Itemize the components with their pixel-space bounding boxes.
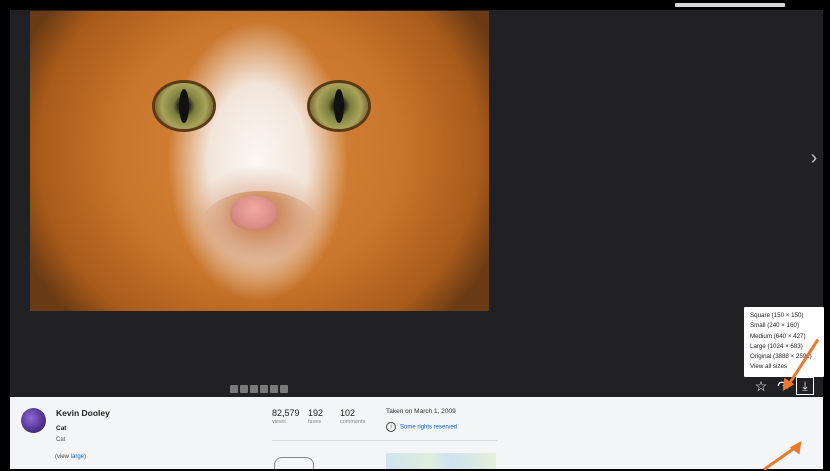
tag-icon bbox=[260, 385, 268, 393]
faves-count: 192 bbox=[308, 408, 324, 418]
photo-left-eye bbox=[155, 83, 213, 129]
author-avatar[interactable] bbox=[21, 408, 46, 433]
view-large-prefix: (view bbox=[55, 454, 71, 460]
info-divider bbox=[272, 440, 497, 441]
license-icon: i bbox=[386, 422, 396, 432]
camera-icon bbox=[274, 457, 314, 469]
tag-icon bbox=[280, 385, 288, 393]
photo-nose bbox=[230, 196, 278, 230]
views-stat: 82,579 views bbox=[272, 408, 300, 425]
license-text[interactable]: Some rights reserved bbox=[400, 425, 457, 431]
next-photo-arrow-icon[interactable]: › bbox=[807, 148, 821, 168]
window-top-bar bbox=[0, 0, 830, 10]
download-icon[interactable]: ⤓ bbox=[796, 377, 814, 395]
favorite-star-icon[interactable]: ☆ bbox=[752, 377, 770, 395]
tag-icon bbox=[270, 385, 278, 393]
scroll-indicator[interactable] bbox=[675, 3, 785, 7]
comments-count: 102 bbox=[340, 408, 356, 418]
size-option-square[interactable]: Square (150 × 150) bbox=[750, 311, 818, 321]
tag-icon bbox=[240, 385, 248, 393]
download-size-menu: Square (150 × 150) Small (240 × 160) Med… bbox=[744, 307, 824, 377]
photo-description: Cat bbox=[56, 437, 66, 443]
faves-label: faves bbox=[308, 419, 322, 425]
license-link[interactable]: i Some rights reserved bbox=[386, 422, 457, 432]
view-large-text: (view large) bbox=[55, 454, 86, 460]
cat-photo[interactable] bbox=[30, 11, 489, 311]
comments-stat: 102 comments bbox=[340, 408, 365, 425]
tag-icon bbox=[250, 385, 258, 393]
photo-tag-icons bbox=[230, 380, 300, 393]
views-label: views bbox=[272, 419, 286, 425]
author-name[interactable]: Kevin Dooley bbox=[56, 408, 110, 418]
location-map-thumbnail[interactable] bbox=[386, 453, 496, 469]
photo-right-eye bbox=[310, 83, 368, 129]
taken-date: Taken on March 1, 2009 bbox=[386, 408, 456, 415]
size-option-medium[interactable]: Medium (640 × 427) bbox=[750, 332, 818, 342]
comments-label: comments bbox=[340, 419, 366, 425]
views-count: 82,579 bbox=[272, 408, 300, 418]
photo-viewer: › Square (150 × 150) Small (240 × 160) M… bbox=[10, 10, 824, 397]
size-option-small[interactable]: Small (240 × 160) bbox=[750, 321, 818, 331]
view-large-suffix: ) bbox=[84, 454, 87, 460]
photo-info-panel: Kevin Dooley Cat Cat (view large) 82,579… bbox=[10, 397, 823, 469]
photo-title: Cat bbox=[56, 425, 67, 432]
view-large-link[interactable]: large bbox=[71, 454, 84, 460]
view-all-sizes-link[interactable]: View all sizes bbox=[750, 362, 818, 372]
tag-icon bbox=[230, 385, 238, 393]
faves-stat: 192 faves bbox=[308, 408, 323, 425]
